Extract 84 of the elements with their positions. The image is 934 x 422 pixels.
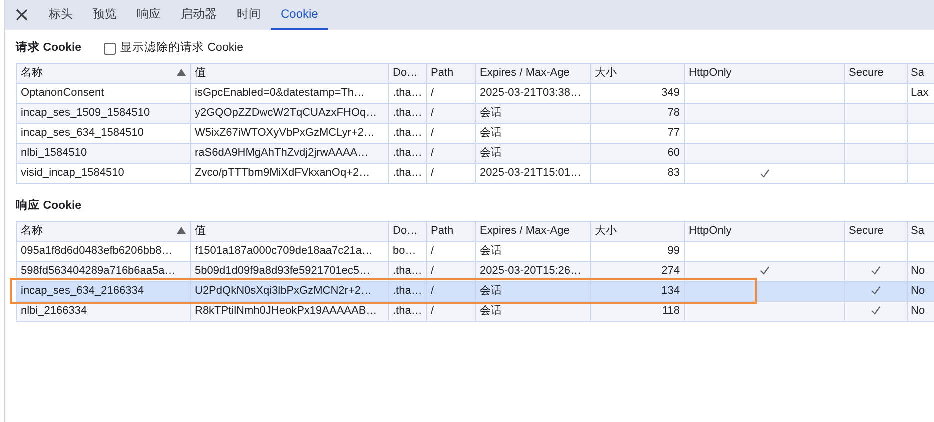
column-header[interactable]: Secure	[844, 63, 908, 84]
column-header[interactable]: 值	[190, 221, 388, 241]
table-row[interactable]: visid_incap_1584510 Zvco/pTTTbm9MiXdFVkxanOq+2… .tha… / 2025-03-21T15:01… 83	[16, 163, 934, 184]
table-cell: /	[426, 123, 476, 144]
table-cell: .tha…	[388, 163, 426, 184]
column-header[interactable]: 值	[190, 63, 388, 84]
column-header[interactable]: 名称	[16, 221, 190, 241]
tab[interactable]: 预览	[83, 0, 127, 30]
table-cell: .tha…	[388, 143, 426, 164]
table-cell: incap_ses_634_2166334	[16, 281, 190, 301]
table-cell: W5ixZ67iWTOXyVbPxGzMCLyr+2…	[190, 123, 388, 144]
table-cell: /	[426, 143, 476, 164]
tab[interactable]: 标头	[39, 0, 83, 30]
table-cell: .tha…	[388, 281, 426, 301]
section-title: 响应 Cookie	[16, 198, 82, 214]
table-cell: .tha…	[388, 123, 426, 144]
table-cell: 2025-03-21T03:38…	[476, 83, 590, 104]
column-header[interactable]: Expires / Max-Age	[476, 221, 590, 241]
table-cell: raS6dA9HMgAhThZvdj2jrwAAAA…	[190, 143, 388, 164]
tab[interactable]: Cookie	[271, 0, 328, 30]
show-filtered-checkbox[interactable]: 显示滤除的请求 Cookie	[104, 40, 244, 58]
table-cell: 349	[590, 83, 684, 104]
table-cell: 会话	[476, 103, 590, 124]
table-cell: .tha…	[388, 103, 426, 124]
table-cell: nlbi_1584510	[16, 143, 190, 164]
column-header[interactable]: Sa	[908, 63, 934, 84]
table-cell: bo…	[388, 241, 426, 261]
table-cell: .tha…	[388, 83, 426, 104]
table-cell: incap_ses_634_1584510	[16, 123, 190, 144]
table-cell: No	[908, 301, 934, 321]
column-header[interactable]: 大小	[590, 221, 684, 241]
column-header[interactable]: Do…	[388, 221, 426, 241]
table-cell: 会话	[476, 143, 590, 164]
close-icon	[16, 9, 28, 21]
table-cell: /	[426, 281, 476, 301]
table-cell: 134	[590, 281, 684, 301]
table-cell: incap_ses_1509_1584510	[16, 103, 190, 124]
table-cell: 77	[590, 123, 684, 144]
section-title: 请求 Cookie	[16, 40, 82, 56]
table-cell: 83	[590, 163, 684, 184]
table-row[interactable]: 598fd563404289a716b6aa5a… 5b09d1d09f9a8d93fe5921701ec5… .tha… / 2025-03-20T15:26… 274 No	[16, 261, 934, 281]
column-header[interactable]: Path	[426, 221, 476, 241]
column-header[interactable]: Secure	[844, 221, 908, 241]
table-row[interactable]: incap_ses_634_2166334 U2PdQkN0sXqi3lbPxGzMCN2r+2… .tha… / 会话 134 No	[16, 281, 934, 301]
table-cell: /	[426, 83, 476, 104]
tab[interactable]: 时间	[227, 0, 271, 30]
table-cell: /	[426, 241, 476, 261]
table-row[interactable]: nlbi_2166334 R8kTPtilNmh0JHeokPx19AAAAAB… .tha… / 会话 118 No	[16, 301, 934, 321]
table-row[interactable]: incap_ses_634_1584510 W5ixZ67iWTOXyVbPxGzMCLyr+2… .tha… / 会话 77	[16, 123, 934, 144]
column-header[interactable]: 名称	[16, 63, 190, 84]
table-cell: 会话	[476, 281, 590, 301]
table-cell: 会话	[476, 123, 590, 144]
table-cell: No	[908, 261, 934, 281]
table-cell: f1501a187a000c709de18aa7c21a…	[190, 241, 388, 261]
column-header[interactable]: Path	[426, 63, 476, 84]
tab[interactable]: 启动器	[171, 0, 227, 30]
table-cell: U2PdQkN0sXqi3lbPxGzMCN2r+2…	[190, 281, 388, 301]
table-cell: /	[426, 163, 476, 184]
table-cell: 会话	[476, 241, 590, 261]
sort-ascending-icon	[177, 69, 186, 76]
table-cell: OptanonConsent	[16, 83, 190, 104]
table-cell: 99	[590, 241, 684, 261]
table-row[interactable]: incap_ses_1509_1584510 y2GQOpZZDwcW2TqCUAzxFHOq… .tha… / 会话 78	[16, 103, 934, 124]
table-row[interactable]: nlbi_1584510 raS6dA9HMgAhThZvdj2jrwAAAA… .tha… / 会话 60	[16, 143, 934, 164]
table-cell: No	[908, 281, 934, 301]
tab[interactable]: 响应	[127, 0, 171, 30]
table-cell: visid_incap_1584510	[16, 163, 190, 184]
column-header[interactable]: Expires / Max-Age	[476, 63, 590, 84]
table-cell: /	[426, 103, 476, 124]
table-row[interactable]: OptanonConsent isGpcEnabled=0&datestamp=Th… .tha… / 2025-03-21T03:38… 349 Lax	[16, 83, 934, 104]
table-cell: Zvco/pTTTbm9MiXdFVkxanOq+2…	[190, 163, 388, 184]
column-header[interactable]: Sa	[908, 221, 934, 241]
table-cell: 2025-03-21T15:01…	[476, 163, 590, 184]
column-header[interactable]: HttpOnly	[684, 63, 844, 84]
sort-ascending-icon	[177, 226, 186, 234]
table-cell: y2GQOpZZDwcW2TqCUAzxFHOq…	[190, 103, 388, 124]
table-cell: 78	[590, 103, 684, 124]
column-header[interactable]: 大小	[590, 63, 684, 84]
table-cell: isGpcEnabled=0&datestamp=Th…	[190, 83, 388, 104]
table-row[interactable]: 095a1f8d6d0483efb6206bb8… f1501a187a000c709de18aa7c21a… bo… / 会话 99	[16, 241, 934, 261]
table-cell: 60	[590, 143, 684, 164]
column-header[interactable]: HttpOnly	[684, 221, 844, 241]
column-header[interactable]: Do…	[388, 63, 426, 84]
table-cell: 095a1f8d6d0483efb6206bb8…	[16, 241, 190, 261]
